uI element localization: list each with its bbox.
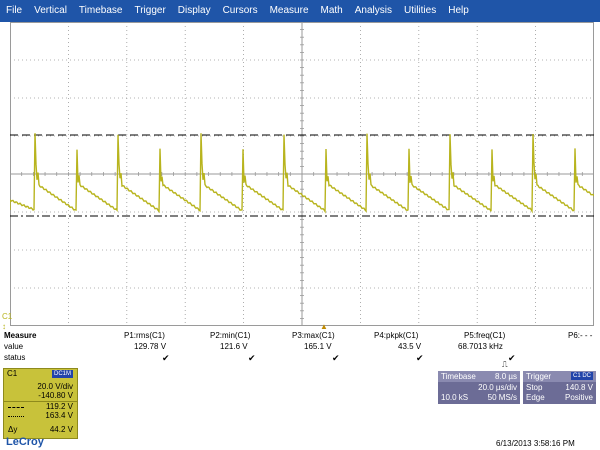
time-per-div: 20.0 µs/div (478, 383, 517, 392)
trigger-mode: Stop (526, 383, 543, 392)
status-check-icon: ✔ (508, 353, 516, 363)
volts-per-div: 20.0 V/div (37, 382, 73, 391)
offset-value: -140.80 V (38, 391, 73, 400)
param-name-p1[interactable]: P1:rms(C1) (124, 331, 165, 340)
param-name-p2[interactable]: P2:min(C1) (210, 331, 250, 340)
param-name-p4[interactable]: P4:pkpk(C1) (374, 331, 418, 340)
channel-marker: C1 (2, 312, 13, 321)
cursor2-value: 163.4 V (45, 411, 73, 420)
trigger-slope: Positive (564, 393, 593, 402)
waveform-display (10, 22, 594, 326)
menu-timebase[interactable]: Timebase (73, 0, 129, 22)
status-check-icon: ✔ (332, 353, 340, 363)
sample-count: 10.0 kS (441, 393, 469, 402)
menu-cursors[interactable]: Cursors (217, 0, 264, 22)
trigger-type: Edge (526, 393, 545, 402)
status-label: status (4, 353, 26, 362)
timebase-panel[interactable]: Timebase 8.0 µs 20.0 µs/div 10.0 kS 50 M… (438, 371, 520, 404)
channel-header: C1 DC1M (4, 369, 77, 379)
channel-c1-panel[interactable]: C1 DC1M 20.0 V/div -140.80 V 119.2 V 163… (3, 368, 78, 439)
menu-trigger[interactable]: Trigger (128, 0, 171, 22)
status-check-icon: ✔ (248, 353, 256, 363)
param-value-p3: 165.1 V (304, 342, 332, 351)
param-name-p5[interactable]: P5:freq(C1) (464, 331, 505, 340)
delta-value: 44.2 V (49, 425, 73, 434)
menu-measure[interactable]: Measure (264, 0, 315, 22)
timebase-delay: 8.0 µs (495, 372, 517, 381)
cursor1-value: 119.2 V (46, 402, 73, 411)
menu-display[interactable]: Display (172, 0, 217, 22)
brand-logo: LeCroy (6, 436, 44, 448)
cursor2-line-icon (8, 416, 24, 417)
menu-bar: File Vertical Timebase Trigger Display C… (0, 0, 600, 22)
sample-rate: 50 MS/s (487, 393, 517, 402)
param-name-p3[interactable]: P3:max(C1) (292, 331, 335, 340)
param-name-p6[interactable]: P6:- - - (568, 331, 592, 340)
value-label: value (4, 342, 24, 351)
trigger-position-icon: ▲ (320, 322, 328, 331)
param-value-p2: 121.6 V (220, 342, 248, 351)
status-check-icon: ✔ (162, 353, 170, 363)
cursor1-line-icon (8, 407, 24, 408)
menu-file[interactable]: File (0, 0, 28, 22)
param-value-p4: 43.5 V (398, 342, 422, 351)
trigger-level: 140.8 V (565, 383, 593, 392)
timebase-title: Timebase (441, 372, 476, 381)
trigger-source-badge: C1 DC (570, 372, 593, 380)
menu-utilities[interactable]: Utilities (398, 0, 442, 22)
menu-help[interactable]: Help (442, 0, 475, 22)
channel-label: C1 (7, 369, 18, 378)
trigger-title: Trigger (526, 372, 552, 381)
measure-label: Measure (4, 331, 37, 340)
menu-math[interactable]: Math (315, 0, 349, 22)
menu-vertical[interactable]: Vertical (28, 0, 73, 22)
param-value-p1: 129.78 V (134, 342, 167, 351)
trigger-edge-icon: ⎍ (502, 360, 508, 369)
menu-analysis[interactable]: Analysis (349, 0, 398, 22)
waveform-grid[interactable] (10, 22, 594, 326)
param-value-p5: 68.7013 kHz (458, 342, 503, 351)
coupling-badge: DC1M (51, 370, 73, 378)
timestamp: 6/13/2013 3:58:16 PM (496, 439, 575, 448)
ground-arrow-icon: ↕ (2, 322, 6, 331)
status-check-icon: ✔ (416, 353, 424, 363)
trigger-panel[interactable]: Trigger C1 DC Stop 140.8 V Edge Positive (523, 371, 596, 404)
delta-label: Δy (8, 425, 18, 434)
